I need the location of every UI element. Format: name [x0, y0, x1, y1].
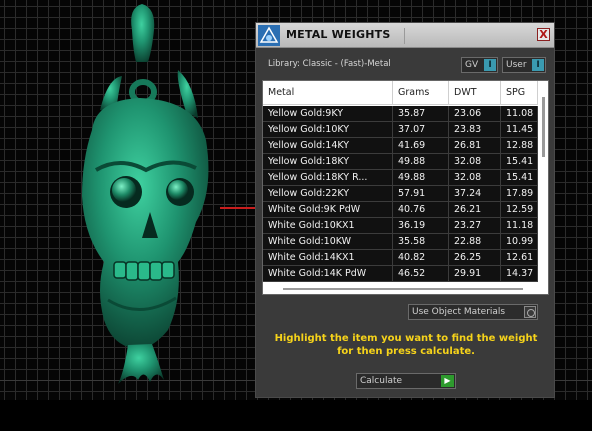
- cell-spg: 17.89: [501, 186, 538, 201]
- cell-grams: 40.82: [393, 250, 449, 265]
- cell-dwt: 23.27: [449, 218, 501, 233]
- gv-toggle[interactable]: GV I: [461, 57, 498, 73]
- library-label: Library: Classic - (Fast)-Metal: [268, 59, 391, 69]
- cell-spg: 12.61: [501, 250, 538, 265]
- cell-metal: Yellow Gold:18KY: [263, 154, 393, 169]
- cell-metal: Yellow Gold:9KY: [263, 106, 393, 121]
- cell-spg: 10.99: [501, 234, 538, 249]
- cell-dwt: 26.81: [449, 138, 501, 153]
- table-row[interactable]: White Gold:9K PdW 40.76 26.21 12.59: [263, 202, 538, 218]
- column-header-grams[interactable]: Grams: [393, 81, 449, 105]
- cell-metal: White Gold:14K PdW: [263, 266, 393, 281]
- cell-metal: White Gold:10KX1: [263, 218, 393, 233]
- cell-metal: Yellow Gold:14KY: [263, 138, 393, 153]
- cell-spg: 11.18: [501, 218, 538, 233]
- cell-dwt: 37.24: [449, 186, 501, 201]
- skull-pendant-model: [82, 4, 209, 384]
- calculate-label: Calculate: [360, 376, 403, 386]
- cell-grams: 57.91: [393, 186, 449, 201]
- table-body: Yellow Gold:9KY 35.87 23.06 11.08 Yellow Gol…: [263, 106, 538, 282]
- user-toggle-label: User: [506, 60, 527, 70]
- column-header-metal[interactable]: Metal: [263, 81, 393, 105]
- horizontal-scroll-thumb[interactable]: [283, 288, 523, 290]
- cell-dwt: 32.08: [449, 154, 501, 169]
- cell-grams: 46.52: [393, 266, 449, 281]
- status-strip: [0, 400, 592, 431]
- table-row[interactable]: Yellow Gold:9KY 35.87 23.06 11.08: [263, 106, 538, 122]
- use-object-materials-label: Use Object Materials: [412, 307, 506, 317]
- table-row[interactable]: Yellow Gold:22KY 57.91 37.24 17.89: [263, 186, 538, 202]
- cell-metal: Yellow Gold:22KY: [263, 186, 393, 201]
- cell-metal: White Gold:14KX1: [263, 250, 393, 265]
- cell-grams: 37.07: [393, 122, 449, 137]
- table-header: Metal Grams DWT SPG: [263, 81, 538, 105]
- cell-grams: 49.88: [393, 170, 449, 185]
- cell-metal: Yellow Gold:18KY R...: [263, 170, 393, 185]
- panel-titlebar[interactable]: METAL WEIGHTS X: [256, 23, 554, 48]
- cell-grams: 36.19: [393, 218, 449, 233]
- use-object-materials-option[interactable]: Use Object Materials: [408, 304, 538, 320]
- cell-spg: 15.41: [501, 154, 538, 169]
- metal-weights-panel: METAL WEIGHTS X Library: Classic - (Fast…: [255, 22, 555, 398]
- metal-table[interactable]: Metal Grams DWT SPG Yellow Gold:9KY 35.87…: [262, 80, 549, 295]
- cell-dwt: 26.25: [449, 250, 501, 265]
- table-row[interactable]: White Gold:10KW 35.58 22.88 10.99: [263, 234, 538, 250]
- table-row[interactable]: White Gold:14K PdW 46.52 29.91 14.37: [263, 266, 538, 282]
- table-row[interactable]: Yellow Gold:18KY R... 49.88 32.08 15.41: [263, 170, 538, 186]
- cell-spg: 12.88: [501, 138, 538, 153]
- cell-grams: 40.76: [393, 202, 449, 217]
- cell-spg: 12.59: [501, 202, 538, 217]
- vertical-scrollbar[interactable]: [539, 81, 548, 294]
- panel-title: METAL WEIGHTS: [286, 28, 391, 41]
- table-row[interactable]: White Gold:14KX1 40.82 26.25 12.61: [263, 250, 538, 266]
- cell-dwt: 23.06: [449, 106, 501, 121]
- user-toggle-knob: I: [532, 59, 544, 71]
- table-row[interactable]: White Gold:10KX1 36.19 23.27 11.18: [263, 218, 538, 234]
- cell-dwt: 22.88: [449, 234, 501, 249]
- cell-dwt: 23.83: [449, 122, 501, 137]
- cell-grams: 35.58: [393, 234, 449, 249]
- cell-spg: 15.41: [501, 170, 538, 185]
- cell-grams: 49.88: [393, 154, 449, 169]
- cell-dwt: 29.91: [449, 266, 501, 281]
- table-row[interactable]: Yellow Gold:10KY 37.07 23.83 11.45: [263, 122, 538, 138]
- table-row[interactable]: Yellow Gold:14KY 41.69 26.81 12.88: [263, 138, 538, 154]
- close-icon[interactable]: X: [537, 28, 550, 41]
- table-row[interactable]: Yellow Gold:18KY 49.88 32.08 15.41: [263, 154, 538, 170]
- instructions-text: Highlight the item you want to find the …: [274, 333, 538, 357]
- user-toggle[interactable]: User I: [502, 57, 546, 73]
- play-icon: ▶: [441, 375, 454, 387]
- cell-dwt: 26.21: [449, 202, 501, 217]
- cell-spg: 11.08: [501, 106, 538, 121]
- cell-metal: Yellow Gold:10KY: [263, 122, 393, 137]
- cell-spg: 14.37: [501, 266, 538, 281]
- cell-metal: White Gold:10KW: [263, 234, 393, 249]
- cell-metal: White Gold:9K PdW: [263, 202, 393, 217]
- vertical-scroll-thumb[interactable]: [542, 97, 545, 157]
- gv-toggle-knob: I: [484, 59, 496, 71]
- column-header-dwt[interactable]: DWT: [449, 81, 501, 105]
- calculate-button[interactable]: Calculate ▶: [356, 373, 456, 389]
- cell-dwt: 32.08: [449, 170, 501, 185]
- cell-grams: 41.69: [393, 138, 449, 153]
- cell-grams: 35.87: [393, 106, 449, 121]
- cell-spg: 11.45: [501, 122, 538, 137]
- column-header-spg[interactable]: SPG: [501, 81, 538, 105]
- horizontal-scrollbar[interactable]: [263, 284, 539, 294]
- app-logo-icon: [258, 25, 280, 46]
- title-divider: [404, 28, 405, 44]
- radio-icon[interactable]: [524, 306, 536, 318]
- gv-toggle-label: GV: [465, 60, 479, 70]
